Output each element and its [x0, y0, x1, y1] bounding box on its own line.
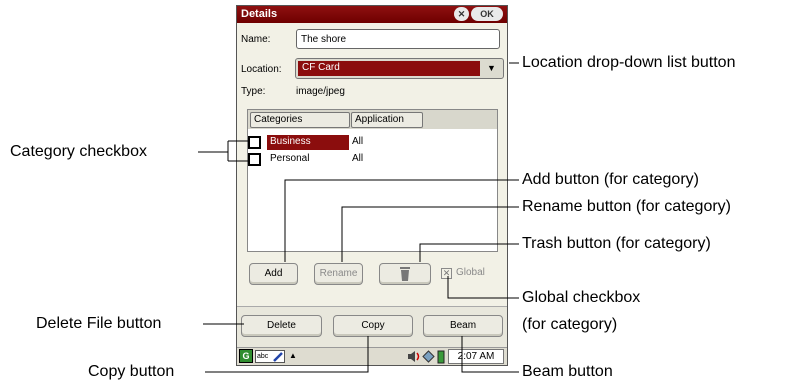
callout-line-trash — [419, 243, 519, 262]
callout-line-copy — [205, 336, 369, 373]
callout-beam: Beam button — [522, 363, 613, 380]
callout-copy: Copy button — [88, 363, 175, 380]
callout-line-global — [447, 276, 519, 299]
callout-line-rename — [341, 206, 519, 262]
callout-line-category-checkbox — [198, 140, 248, 162]
callout-rename: Rename button (for category) — [522, 198, 731, 215]
callout-location: Location drop-down list button — [522, 54, 736, 71]
callout-line-beam — [461, 336, 519, 373]
callout-line-add — [284, 179, 519, 262]
callout-category-checkbox: Category checkbox — [10, 143, 147, 160]
callout-delete: Delete File button — [36, 315, 162, 332]
callout-add: Add button (for category) — [522, 171, 699, 188]
callout-global-line2: (for category) — [522, 316, 618, 333]
callout-trash: Trash button (for category) — [522, 235, 711, 252]
callout-global-line1: Global checkbox — [522, 289, 641, 306]
